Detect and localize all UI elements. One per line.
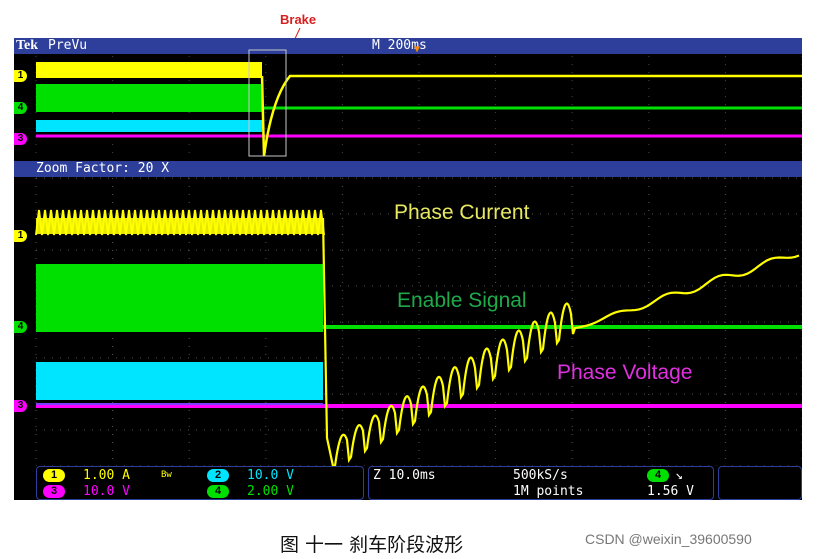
trigger-source-badge[interactable]: 4 [647,469,669,482]
ch2-scale: 10.0 V [247,468,294,483]
ch4-preview-band [36,84,262,112]
ch4-scale: 2.00 V [247,484,294,499]
ch4-marker-upper[interactable]: 4 [14,102,27,114]
ch3-marker-upper[interactable]: 3 [14,133,27,145]
figure-caption: 图 十一 刹车阶段波形 [280,534,464,556]
empty-status-panel [718,466,802,500]
ch1-preview-trace [260,74,802,157]
ch1-current-trace [321,217,800,468]
channel-scale-panel: 1 1.00 A Bw 2 10.0 V 3 10.0 V 4 2.00 V [36,466,364,500]
ch1-marker-upper[interactable]: 1 [14,70,27,82]
ch3-marker-zoom[interactable]: 3 [14,400,27,412]
trigger-slope-icon: ↘ [675,468,683,483]
ch1-badge[interactable]: 1 [43,469,65,482]
sample-rate-readout: 500kS/s [513,468,568,483]
ch2-badge[interactable]: 2 [207,469,229,482]
phase-current-label: Phase Current [394,201,530,224]
bandwidth-limit-icon: Bw [161,470,172,480]
record-length-readout: 1M points [513,484,584,499]
acquisition-panel: Z 10.0ms 500kS/s 1M points 4 ↘ 1.56 V [368,466,714,500]
ch2-preview-band [36,120,262,132]
zoom-time-readout: Z 10.0ms [373,468,436,483]
ch4-pwm-band [36,264,323,332]
ch2-band [36,362,323,400]
ch1-preview-band [36,62,262,78]
enable-signal-label: Enable Signal [397,289,527,312]
ch1-scale: 1.00 A [83,468,130,483]
oscilloscope-display: Tek PreVu M 200ms ▼ Zoom Factor: 20 X 1 … [14,38,802,500]
ch1-marker-zoom[interactable]: 1 [14,230,27,242]
waveform-area [35,49,802,468]
bottom-status-bar: 1 1.00 A Bw 2 10.0 V 3 10.0 V 4 2.00 V Z… [14,466,802,500]
ch3-badge[interactable]: 3 [43,485,65,498]
ch4-marker-zoom[interactable]: 4 [14,321,27,333]
ch1-ripple-body [36,218,323,234]
ch4-badge[interactable]: 4 [207,485,229,498]
watermark-credit: CSDN @weixin_39600590 [585,531,752,547]
phase-voltage-label: Phase Voltage [557,361,693,384]
ch3-scale: 10.0 V [83,484,130,499]
trigger-level-readout: 1.56 V [647,484,694,499]
